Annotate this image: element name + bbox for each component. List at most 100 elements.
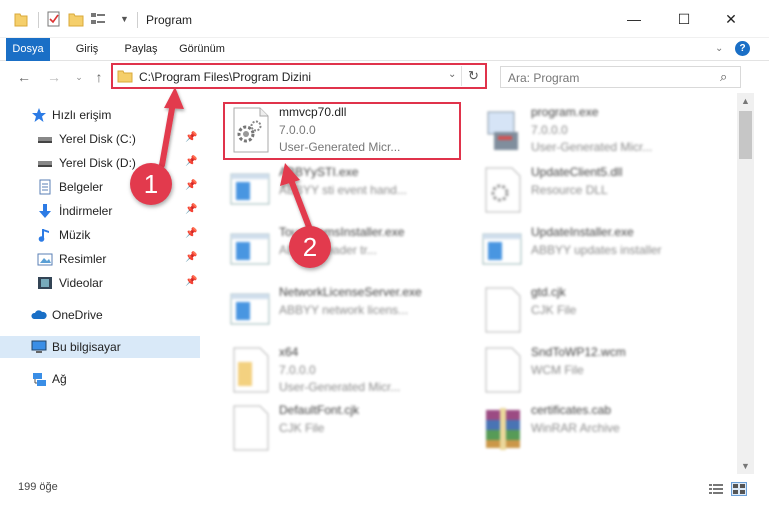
quick-access-separator: [38, 12, 39, 28]
file-description: ABBYY sti event hand...: [279, 183, 407, 197]
address-separator: [461, 66, 462, 86]
music-icon: [37, 227, 53, 243]
up-arrow-icon[interactable]: ↑: [89, 69, 109, 87]
nav-label: Videolar: [59, 276, 103, 290]
file-item-abbyysti[interactable]: ABBYySTI.exe ABBYY sti event hand...: [228, 163, 468, 221]
pin-icon[interactable]: 📌: [185, 204, 197, 215]
file-item-gtd-cjk[interactable]: gtd.cjk CJK File: [480, 283, 720, 341]
tab-dosya[interactable]: Dosya: [6, 38, 50, 61]
tab-giris[interactable]: Giriş: [62, 38, 112, 61]
scrollbar-thumb[interactable]: [739, 111, 752, 159]
search-box[interactable]: Ara: Program ⌕: [500, 66, 741, 88]
status-bar: 199 öğe: [0, 474, 769, 517]
pin-icon[interactable]: 📌: [185, 156, 197, 167]
file-name: UpdateInstaller.exe: [531, 225, 634, 239]
search-icon[interactable]: ⌕: [720, 69, 727, 85]
file-description: User-Generated Micr...: [279, 380, 401, 394]
nav-label: Yerel Disk (C:): [59, 132, 136, 146]
app-window-icon: [480, 226, 526, 274]
maximize-icon: ☐: [677, 10, 691, 27]
file-item-networklicenseserver[interactable]: NetworkLicenseServer.exe ABBYY network l…: [228, 283, 468, 341]
expand-ribbon-chevron-icon[interactable]: ⌄: [715, 43, 723, 54]
file-name: NetworkLicenseServer.exe: [279, 285, 422, 299]
nav-label: Müzik: [59, 228, 91, 242]
address-path[interactable]: C:\Program Files\Program Dizini: [139, 70, 311, 84]
nav-label: Resimler: [59, 252, 107, 266]
address-bar[interactable]: C:\Program Files\Program Dizini ⌄ ↻: [111, 63, 487, 89]
file-description: Resource DLL: [531, 183, 608, 197]
back-arrow-icon[interactable]: ←: [14, 69, 34, 87]
pin-icon[interactable]: 📌: [185, 252, 197, 263]
file-item-defaultfont[interactable]: DefaultFont.cjk CJK File: [228, 401, 468, 459]
new-folder-icon[interactable]: [68, 11, 84, 29]
file-item-certificates-cab[interactable]: certificates.cab WinRAR Archive: [480, 401, 720, 459]
file-description: CJK File: [531, 303, 577, 317]
navigation-pane: Hızlı erişim Yerel Disk (C:) 📌 Yerel Dis…: [0, 93, 205, 474]
nav-item-network[interactable]: Ağ: [0, 368, 200, 390]
scroll-up-arrow-icon[interactable]: ▲: [737, 93, 754, 109]
file-version: 7.0.0.0: [531, 123, 568, 137]
nav-label: Yerel Disk (D:): [59, 156, 136, 170]
nav-item-quick-access[interactable]: Hızlı erişim: [0, 104, 200, 126]
maximize-button[interactable]: ☐: [661, 0, 707, 38]
properties-icon[interactable]: [46, 11, 62, 29]
forward-arrow-icon[interactable]: →: [44, 69, 64, 87]
nav-item-onedrive[interactable]: OneDrive: [0, 304, 200, 326]
view-options-icon[interactable]: [90, 11, 108, 29]
minimize-button[interactable]: —: [611, 0, 657, 38]
file-item-x64[interactable]: x64 7.0.0.0 User-Generated Micr...: [228, 343, 468, 401]
tab-paylas[interactable]: Paylaş: [116, 38, 166, 61]
file-version: 7.0.0.0: [279, 363, 316, 377]
pin-icon[interactable]: 📌: [185, 276, 197, 287]
blank-file-icon: [480, 286, 526, 334]
folder-icon[interactable]: [14, 11, 28, 29]
folder-file-icon: [228, 346, 274, 394]
nav-item-disk-d[interactable]: Yerel Disk (D:) 📌: [0, 152, 200, 174]
pin-icon[interactable]: 📌: [185, 180, 197, 191]
file-name: certificates.cab: [531, 403, 612, 417]
file-name: UpdateClient5.dll: [531, 165, 623, 179]
nav-item-disk-c[interactable]: Yerel Disk (C:) 📌: [0, 128, 200, 150]
file-name: SndToWP12.wcm: [531, 345, 626, 359]
help-icon[interactable]: ?: [735, 41, 750, 56]
recent-locations-chevron-icon[interactable]: ⌄: [69, 72, 89, 90]
vertical-scrollbar[interactable]: ▲ ▼: [737, 93, 754, 474]
exe-icon: [480, 106, 526, 154]
file-description: CJK File: [279, 421, 325, 435]
tab-gorunum[interactable]: Görünüm: [171, 38, 233, 61]
videos-icon: [37, 275, 53, 291]
file-description: ABBYY network licens...: [279, 303, 409, 317]
pin-icon[interactable]: 📌: [185, 132, 197, 143]
nav-item-videos[interactable]: Videolar 📌: [0, 272, 200, 294]
window-title: Program: [146, 13, 193, 27]
file-item-updateinstaller[interactable]: UpdateInstaller.exe ABBYY updates instal…: [480, 223, 720, 281]
drive-icon: [37, 131, 53, 147]
scroll-down-arrow-icon[interactable]: ▼: [737, 458, 754, 474]
file-name: gtd.cjk: [531, 285, 566, 299]
address-dropdown-chevron-icon[interactable]: ⌄: [448, 69, 456, 80]
close-button[interactable]: ✕: [708, 0, 754, 38]
address-folder-icon: [117, 69, 133, 86]
documents-icon: [37, 179, 53, 195]
file-item-updateclient5[interactable]: UpdateClient5.dll Resource DLL: [480, 163, 720, 221]
pin-icon[interactable]: 📌: [185, 228, 197, 239]
nav-label: Hızlı erişim: [52, 108, 112, 122]
file-item-sndtowp12[interactable]: SndToWP12.wcm WCM File: [480, 343, 720, 401]
nav-item-downloads[interactable]: İndirmeler 📌: [0, 200, 200, 222]
nav-item-music[interactable]: Müzik 📌: [0, 224, 200, 246]
file-item-touchitemsinstaller[interactable]: TouchItemsInstaller.exe ABBYY reader tr.…: [228, 223, 468, 281]
refresh-icon[interactable]: ↻: [468, 68, 479, 84]
customize-toolbar-chevron-icon[interactable]: ▼: [120, 14, 129, 32]
search-input[interactable]: Ara: Program: [508, 71, 579, 85]
file-name: program.exe: [531, 105, 599, 119]
title-bar: ▼ Program — ☐ ✕: [0, 0, 769, 38]
file-item-program-exe[interactable]: program.exe 7.0.0.0 User-Generated Micr.…: [480, 103, 720, 161]
computer-icon: [31, 339, 47, 355]
title-separator: [137, 12, 138, 28]
network-icon: [31, 371, 47, 387]
nav-item-this-pc[interactable]: Bu bilgisayar: [0, 336, 200, 358]
details-view-icon[interactable]: [709, 483, 723, 498]
drive-icon: [37, 155, 53, 171]
tiles-view-icon[interactable]: [731, 482, 747, 496]
nav-item-pictures[interactable]: Resimler 📌: [0, 248, 200, 270]
